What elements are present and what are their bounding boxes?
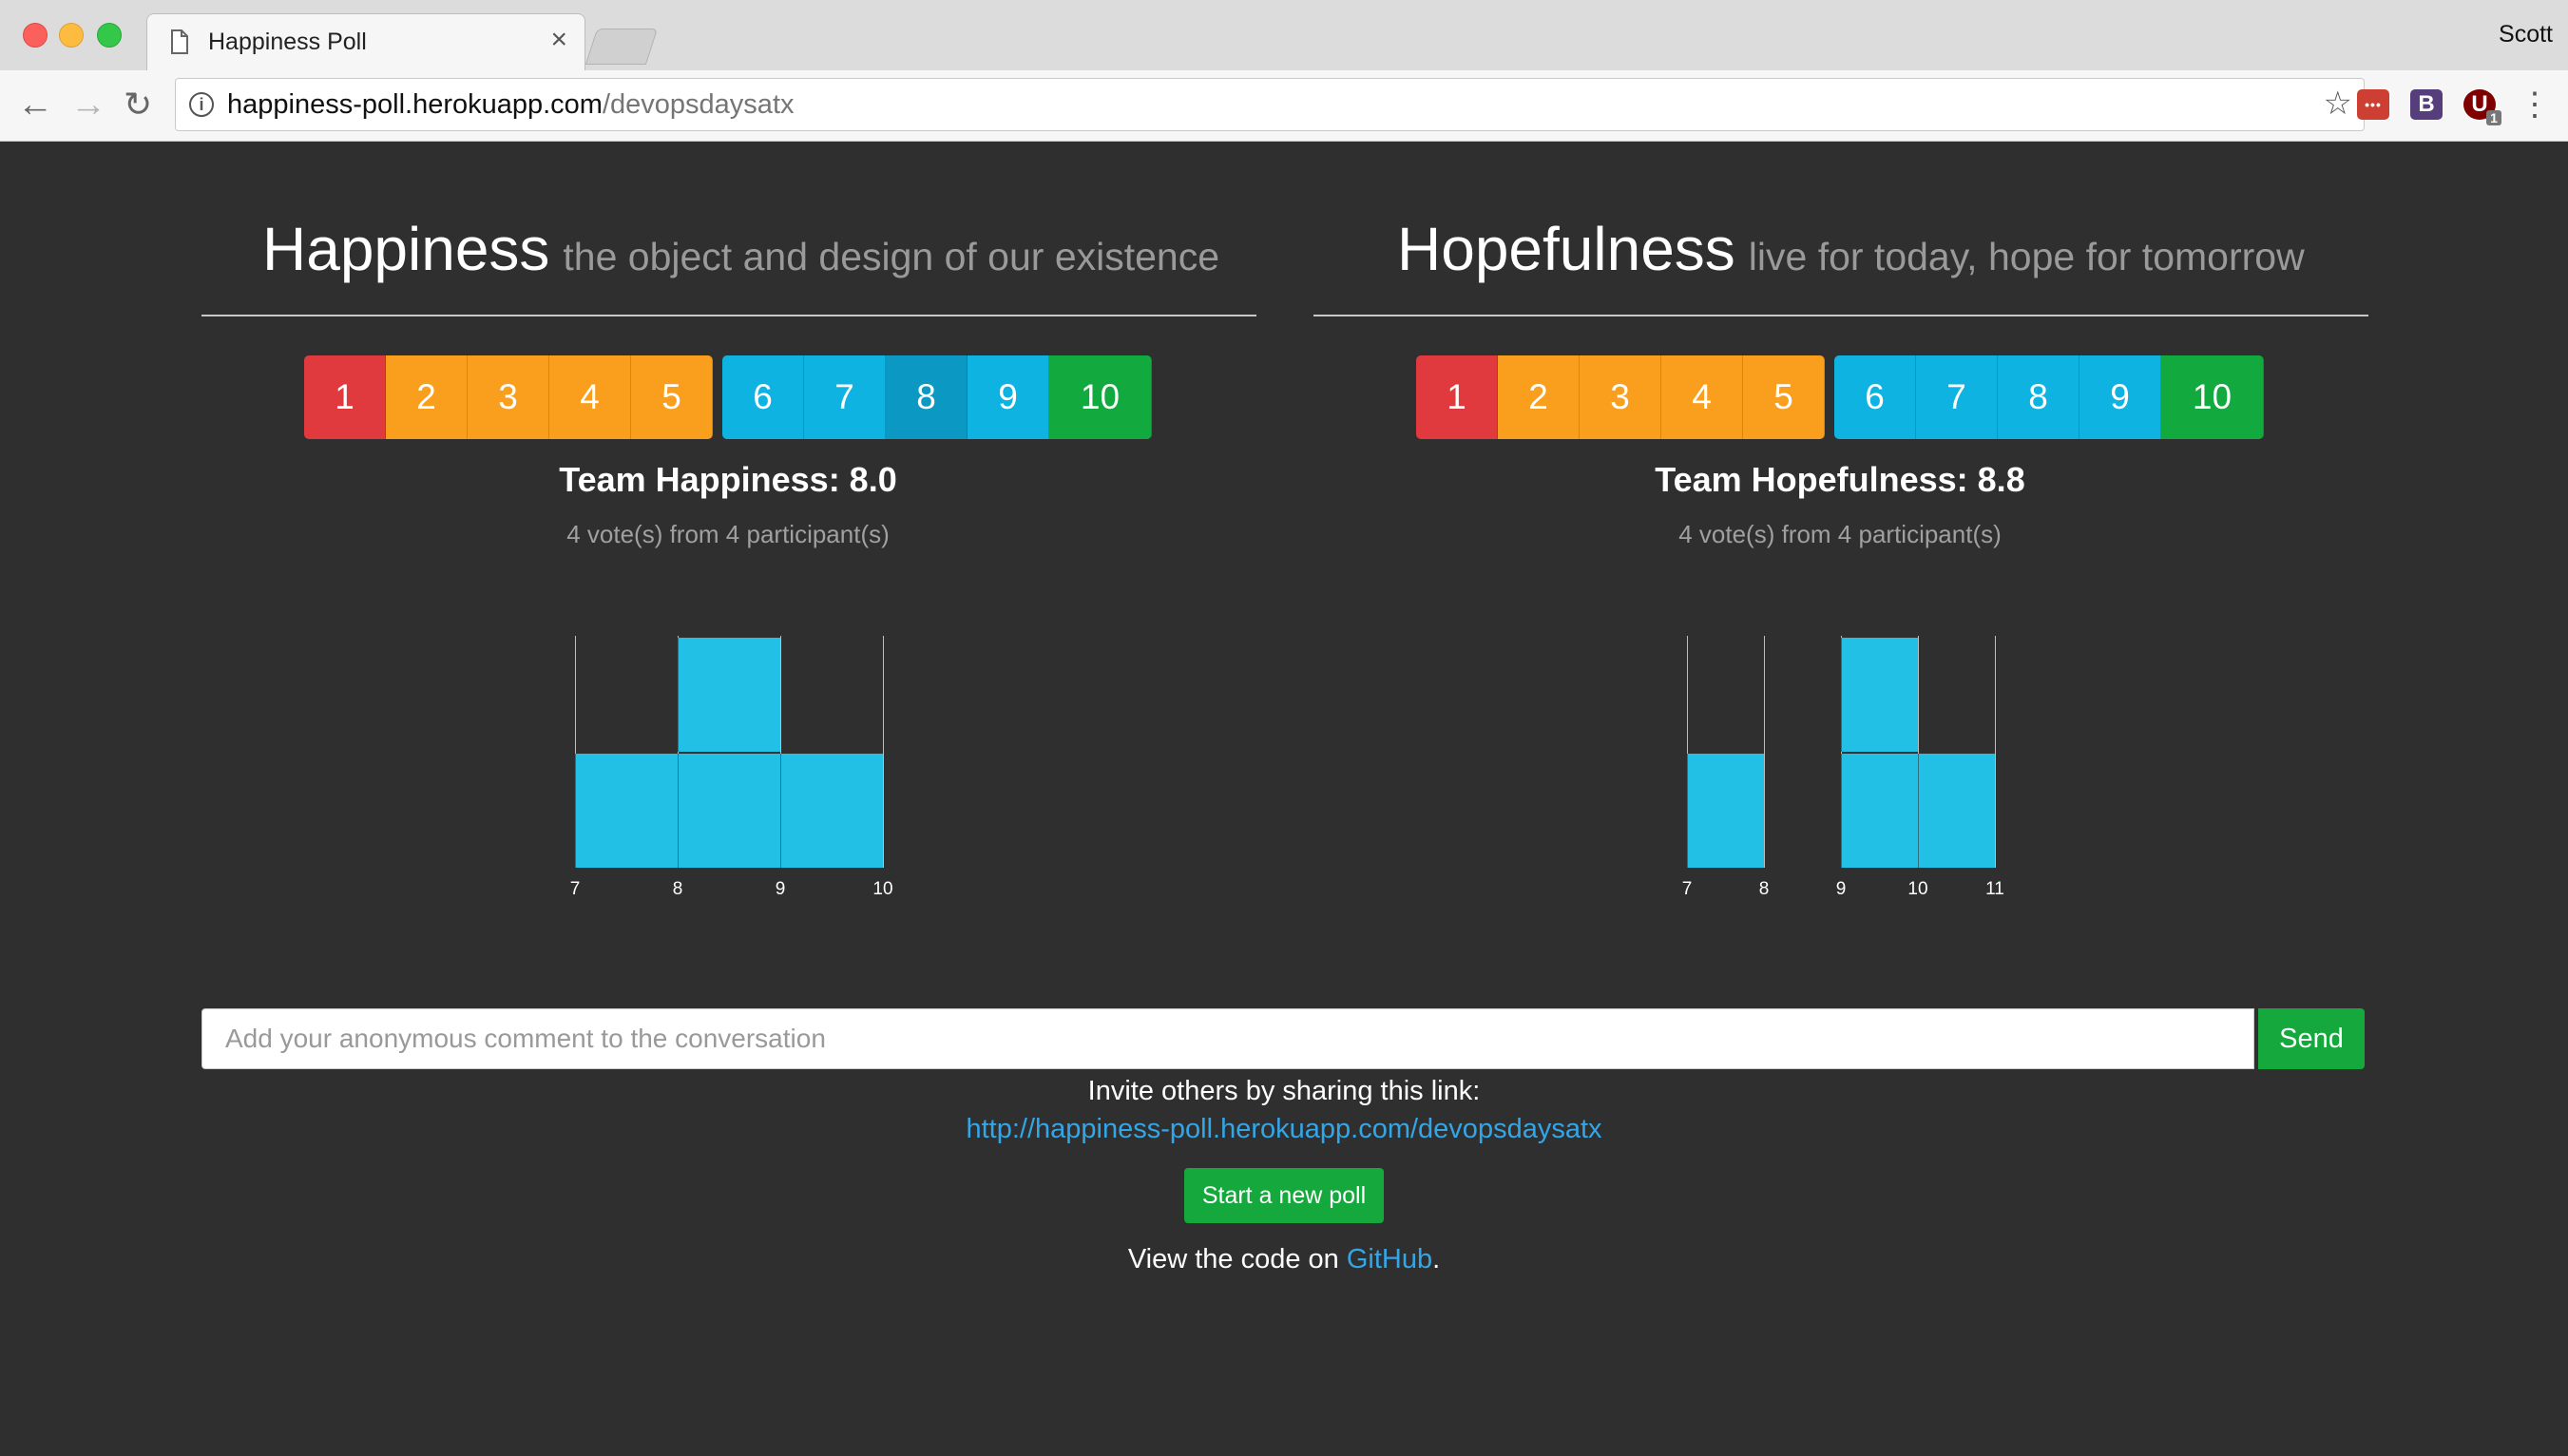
hopefulness-score-5-button[interactable]: 5 — [1743, 355, 1825, 439]
browser-menu-icon[interactable]: ⋮ — [2519, 86, 2551, 124]
happiness-score-3-button[interactable]: 3 — [468, 355, 549, 439]
happiness-tick-label: 8 — [672, 879, 683, 899]
back-arrow-icon[interactable]: ← — [17, 84, 53, 125]
happiness-title: Happiness — [262, 215, 550, 283]
hopefulness-tick-label: 11 — [1985, 879, 2004, 899]
browser-toolbar: ← → ↻ i happiness-poll.herokuapp.com/dev… — [0, 70, 2568, 142]
invite-text: Invite others by sharing this link: — [1087, 1076, 1481, 1106]
happiness-score-2-button[interactable]: 2 — [386, 355, 468, 439]
happiness-score-6-button[interactable]: 6 — [722, 355, 804, 439]
new-tab-button[interactable] — [585, 29, 659, 65]
close-window-button[interactable] — [23, 23, 48, 48]
hopefulness-score-2-button[interactable]: 2 — [1498, 355, 1580, 439]
hopefulness-score-3-button[interactable]: 3 — [1580, 355, 1661, 439]
happiness-score-7-button[interactable]: 7 — [804, 355, 886, 439]
happiness-divider — [201, 315, 1256, 316]
profile-name[interactable]: Scott — [2499, 21, 2553, 48]
happiness-subtitle: the object and design of our existence — [563, 235, 1220, 278]
team-happiness-score: Team Happiness: 8.0 — [559, 460, 897, 499]
lastpass-extension-icon[interactable]: ••• — [2357, 89, 2389, 120]
hopefulness-score-4-button[interactable]: 4 — [1661, 355, 1743, 439]
happiness-score-8-button[interactable]: 8 — [886, 355, 968, 439]
view-code-text: View the code on GitHub. — [0, 1244, 2568, 1275]
hopefulness-score-9-button[interactable]: 9 — [2079, 355, 2161, 439]
happiness-score-9-button[interactable]: 9 — [968, 355, 1049, 439]
tab-close-icon[interactable]: × — [550, 24, 567, 56]
ublock-extension-icon[interactable]: U1 — [2463, 89, 2501, 125]
browser-tab[interactable]: Happiness Poll × — [146, 13, 585, 71]
hopefulness-title: Hopefulness — [1397, 215, 1735, 283]
hopefulness-tick-label: 9 — [1835, 879, 1847, 899]
hopefulness-divider — [1313, 315, 2368, 316]
info-icon[interactable]: i — [189, 92, 214, 117]
hopefulness-scale: 1 2 3 4 5 6 7 8 9 10 — [1416, 355, 2264, 439]
hopefulness-subtitle: live for today, hope for tomorrow — [1748, 235, 2305, 278]
happiness-histogram-bar — [678, 754, 780, 868]
forward-arrow-icon[interactable]: → — [70, 84, 106, 125]
page-content: Happiness the object and design of our ex… — [0, 142, 2568, 1456]
happiness-scale: 1 2 3 4 5 6 7 8 9 10 — [304, 355, 1152, 439]
hopefulness-score-8-button[interactable]: 8 — [1998, 355, 2079, 439]
hopefulness-heading: Hopefulness live for today, hope for tomo… — [1397, 214, 2305, 284]
browser-titlebar: Happiness Poll × Scott — [0, 0, 2568, 71]
tab-title: Happiness Poll — [208, 29, 367, 55]
bookmark-star-icon[interactable]: ☆ — [2324, 85, 2352, 123]
bootstrap-extension-icon[interactable]: B — [2410, 89, 2443, 120]
document-icon — [171, 29, 188, 54]
invite-link[interactable]: http://happiness-poll.herokuapp.com/devo… — [0, 1114, 2568, 1145]
happiness-score-1-button[interactable]: 1 — [304, 355, 386, 439]
extension-badge: 1 — [2486, 110, 2501, 125]
hopefulness-tick-label: 10 — [1907, 879, 1928, 899]
github-link[interactable]: GitHub — [1347, 1244, 1432, 1274]
hopefulness-votes-count: 4 vote(s) from 4 participant(s) — [1678, 520, 2002, 548]
hopefulness-histogram-bar — [1841, 754, 1918, 868]
happiness-histogram-bar — [678, 638, 780, 752]
team-hopefulness-score: Team Hopefulness: 8.8 — [1655, 460, 2025, 499]
happiness-histogram-bar — [575, 754, 678, 868]
happiness-score-4-button[interactable]: 4 — [549, 355, 631, 439]
comment-input[interactable]: Add your anonymous comment to the conver… — [201, 1008, 2254, 1069]
hopefulness-score-7-button[interactable]: 7 — [1916, 355, 1998, 439]
view-code-suffix: . — [1432, 1244, 1441, 1274]
address-bar[interactable]: i happiness-poll.herokuapp.com/devopsday… — [175, 78, 2365, 131]
happiness-score-10-button[interactable]: 10 — [1049, 355, 1152, 439]
hopefulness-tick-label: 7 — [1681, 879, 1693, 899]
view-code-prefix: View the code on — [1127, 1244, 1339, 1274]
start-new-poll-button[interactable]: Start a new poll — [1184, 1168, 1384, 1223]
hopefulness-histogram-bar — [1687, 754, 1764, 868]
happiness-tick-label: 7 — [569, 879, 581, 899]
happiness-gridline — [883, 636, 884, 868]
hopefulness-score-6-button[interactable]: 6 — [1834, 355, 1916, 439]
url-text[interactable]: happiness-poll.herokuapp.com/devopsdaysa… — [227, 89, 795, 121]
happiness-histogram-bar — [780, 754, 883, 868]
minimize-window-button[interactable] — [59, 23, 84, 48]
hopefulness-gridline — [1995, 636, 1996, 868]
hopefulness-score-10-button[interactable]: 10 — [2161, 355, 2264, 439]
hopefulness-tick-label: 8 — [1758, 879, 1770, 899]
happiness-tick-label: 10 — [872, 879, 893, 899]
hopefulness-histogram-bar — [1841, 638, 1918, 752]
hopefulness-score-1-button[interactable]: 1 — [1416, 355, 1498, 439]
zoom-window-button[interactable] — [97, 23, 122, 48]
happiness-votes-count: 4 vote(s) from 4 participant(s) — [566, 520, 890, 548]
happiness-heading: Happiness the object and design of our ex… — [262, 214, 1219, 284]
hopefulness-histogram-bar — [1918, 754, 1995, 868]
happiness-score-5-button[interactable]: 5 — [631, 355, 713, 439]
reload-icon[interactable]: ↻ — [124, 84, 152, 125]
hopefulness-gridline — [1764, 636, 1765, 868]
send-button[interactable]: Send — [2258, 1008, 2365, 1069]
happiness-tick-label: 9 — [775, 879, 786, 899]
